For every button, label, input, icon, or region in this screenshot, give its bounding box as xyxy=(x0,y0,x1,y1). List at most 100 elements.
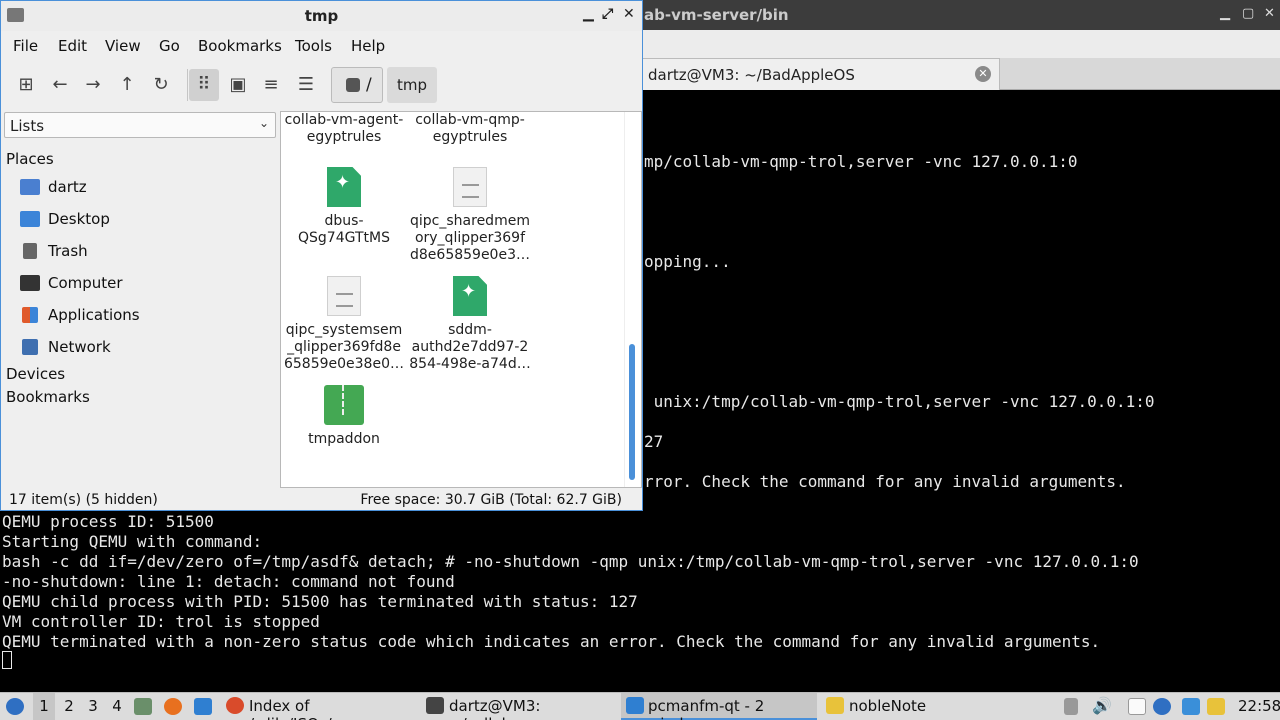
file-item[interactable]: tmpaddon xyxy=(283,385,405,448)
file-manager-window: tmp ▁ ⤢ ✕ File Edit View Go Bookmarks To… xyxy=(0,0,643,511)
note-tray-icon[interactable] xyxy=(1207,698,1225,715)
item-count: 17 item(s) (5 hidden) xyxy=(9,492,158,508)
trash-icon xyxy=(23,243,37,259)
note-icon xyxy=(826,697,844,714)
detailed-view-icon[interactable]: ☰ xyxy=(291,69,321,101)
terminal-line: QEMU process ID: 51500 xyxy=(2,512,214,531)
file-item[interactable]: collab-vm-agent- egyptrules xyxy=(283,112,405,146)
new-tab-icon[interactable]: ⊞ xyxy=(11,69,41,101)
path-bar: / tmp xyxy=(331,67,437,103)
forward-icon[interactable]: → xyxy=(78,69,108,101)
bookmarks-heading[interactable]: Bookmarks xyxy=(6,388,90,406)
file-item[interactable]: collab-vm-qmp- egyptrules xyxy=(409,112,531,146)
menu-file[interactable]: File xyxy=(13,37,38,55)
sidebar-item-desktop[interactable]: Desktop xyxy=(18,205,276,233)
update-icon[interactable] xyxy=(1182,698,1200,715)
document-file-icon xyxy=(327,276,361,316)
menu-bookmarks[interactable]: Bookmarks xyxy=(198,37,282,55)
computer-icon xyxy=(20,275,40,291)
menu-go[interactable]: Go xyxy=(159,37,180,55)
sidebar-item-computer[interactable]: Computer xyxy=(18,269,276,297)
sidebar-item-trash[interactable]: Trash xyxy=(18,237,276,265)
maximize-icon[interactable]: ▢ xyxy=(1242,6,1254,21)
toolbar: ⊞ ← → ↑ ↻ ⠿ ▣ ≡ ☰ / tmp xyxy=(1,63,642,107)
desktop-switch-1[interactable]: 1 xyxy=(33,693,55,720)
desktop-switch-2[interactable]: 2 xyxy=(58,693,80,720)
terminal-line: 27 xyxy=(644,432,664,451)
sidebar-item-dartz[interactable]: dartz xyxy=(18,173,276,201)
path-current-button[interactable]: tmp xyxy=(387,67,437,103)
sidebar-item-network[interactable]: Network xyxy=(18,333,276,361)
toolbar-separator xyxy=(187,69,188,101)
status-bar: 17 item(s) (5 hidden) Free space: 30.7 G… xyxy=(1,489,642,511)
show-desktop-icon[interactable] xyxy=(134,698,152,715)
terminal-line: -no-shutdown: line 1: detach: command no… xyxy=(2,572,455,591)
file-name: collab-vm-qmp- egyptrules xyxy=(415,112,525,145)
thumbnail-view-icon[interactable]: ▣ xyxy=(223,69,253,101)
sidebar-item-label: Trash xyxy=(48,242,88,260)
volume-icon[interactable]: 🔊 xyxy=(1092,696,1112,715)
sidebar-item-applications[interactable]: Applications xyxy=(18,301,276,329)
terminal-line: bash -c dd if=/dev/zero of=/tmp/asdf& de… xyxy=(2,552,1139,571)
reload-icon[interactable]: ↻ xyxy=(146,69,176,101)
file-view[interactable]: collab-vm-agent- egyptrules collab-vm-qm… xyxy=(280,111,642,488)
clipboard-icon[interactable] xyxy=(1128,698,1146,715)
applications-icon xyxy=(22,307,38,323)
compact-view-icon[interactable]: ≡ xyxy=(256,69,286,101)
places-heading[interactable]: Places xyxy=(6,150,54,168)
file-name: sddm- authd2e7dd97-2 854-498e-a74d… xyxy=(409,322,531,372)
file-item[interactable]: sddm- authd2e7dd97-2 854-498e-a74d… xyxy=(409,276,531,373)
task-label: pcmanfm-qt - 2 windo… xyxy=(648,697,765,720)
terminal-line: VM controller ID: trol is stopped xyxy=(2,612,320,631)
menu-help[interactable]: Help xyxy=(351,37,385,55)
firefox-icon xyxy=(226,697,244,714)
terminal-line: mp/collab-vm-qmp-trol,server -vnc 127.0.… xyxy=(644,152,1078,171)
file-manager-icon[interactable] xyxy=(194,698,212,715)
menu-tools[interactable]: Tools xyxy=(295,37,332,55)
file-name: qipc_systemsem _qlipper369fd8e 65859e0e3… xyxy=(283,322,404,372)
drive-icon xyxy=(346,78,360,92)
clock[interactable]: 22:58 xyxy=(1238,697,1280,715)
up-icon[interactable]: ↑ xyxy=(112,69,142,101)
firefox-icon[interactable] xyxy=(164,698,182,715)
desktop-switch-3[interactable]: 3 xyxy=(82,693,104,720)
file-manager-titlebar[interactable]: tmp ▁ ⤢ ✕ xyxy=(1,1,642,31)
path-root-label: / xyxy=(366,75,372,95)
menu-view[interactable]: View xyxy=(105,37,141,55)
minimize-icon[interactable]: ▁ xyxy=(1220,6,1230,21)
devices-heading[interactable]: Devices xyxy=(6,365,65,383)
back-icon[interactable]: ← xyxy=(45,69,75,101)
file-manager-title: tmp xyxy=(304,7,339,25)
desktop-switch-4[interactable]: 4 xyxy=(106,693,128,720)
close-icon[interactable]: ✕ xyxy=(1264,6,1275,21)
network-status-icon[interactable] xyxy=(1153,698,1171,715)
task-label: nobleNote xyxy=(849,697,927,715)
icon-view-icon[interactable]: ⠿ xyxy=(189,69,219,101)
task-firefox[interactable]: Index of /~lily/ISOs/cr… xyxy=(222,693,416,720)
terminal-line: QEMU terminated with a non-zero status c… xyxy=(2,632,1101,651)
side-pane-mode-select[interactable]: Lists ⌄ xyxy=(4,112,276,138)
task-terminal[interactable]: dartz@VM3: ~/collab-… xyxy=(421,693,617,720)
sidebar-item-label: Desktop xyxy=(48,210,110,228)
maximize-icon[interactable]: ⤢ xyxy=(602,6,613,22)
tab-close-icon[interactable]: ✕ xyxy=(975,66,991,82)
scrollbar-thumb[interactable] xyxy=(629,344,635,480)
taskbar: 1 2 3 4 Index of /~lily/ISOs/cr… dartz@V… xyxy=(0,692,1280,720)
task-label: Index of /~lily/ISOs/cr… xyxy=(249,697,361,720)
task-noblenote[interactable]: nobleNote xyxy=(822,693,962,720)
archive-file-icon xyxy=(324,385,364,425)
file-item[interactable]: qipc_systemsem _qlipper369fd8e 65859e0e3… xyxy=(283,276,405,373)
file-item[interactable]: qipc_sharedmem ory_qlipper369f d8e65859e… xyxy=(409,167,531,264)
task-file-manager[interactable]: pcmanfm-qt - 2 windo… xyxy=(621,693,817,720)
menu-edit[interactable]: Edit xyxy=(58,37,87,55)
terminal-line: unix:/tmp/collab-vm-qmp-trol,server -vnc… xyxy=(644,392,1155,411)
path-root-button[interactable]: / xyxy=(331,67,383,103)
terminal-line: QEMU child process with PID: 51500 has t… xyxy=(2,592,638,611)
main-menu-icon[interactable] xyxy=(6,698,24,715)
file-item[interactable]: dbus- QSg74GTtMS xyxy=(283,167,405,247)
terminal-tab[interactable]: dartz@VM3: ~/BadAppleOS ✕ xyxy=(640,58,1000,90)
close-icon[interactable]: ✕ xyxy=(623,6,635,22)
storage-icon[interactable] xyxy=(1064,698,1078,715)
terminal-window-title: ab-vm-server/bin xyxy=(644,6,789,24)
minimize-icon[interactable]: ▁ xyxy=(583,6,594,22)
